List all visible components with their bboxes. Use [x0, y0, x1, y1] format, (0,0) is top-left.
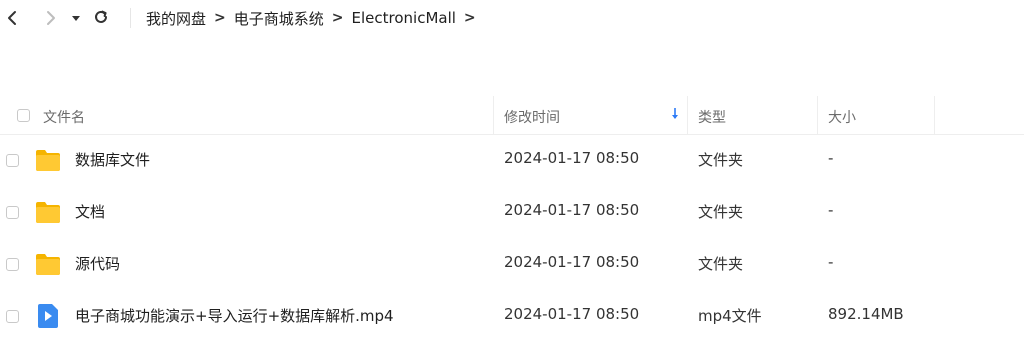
caret-down-icon: [72, 16, 80, 21]
column-header-modified[interactable]: 修改时间: [504, 107, 560, 127]
video-file-icon: [38, 304, 58, 328]
table-row[interactable]: 源代码 2024-01-17 08:50 文件夹 -: [0, 238, 1024, 290]
chevron-right-icon: >: [331, 10, 344, 26]
file-name: 源代码: [75, 255, 121, 273]
modified-time: 2024-01-17 08:50: [504, 305, 640, 323]
file-name: 数据库文件: [75, 151, 151, 169]
row-checkbox[interactable]: [6, 206, 19, 219]
column-header-name[interactable]: 文件名: [43, 107, 85, 127]
breadcrumb-item-project[interactable]: 电子商城系统: [234, 8, 324, 29]
refresh-button[interactable]: [90, 6, 112, 28]
file-size: 892.14MB: [828, 305, 904, 323]
sort-down-arrow-icon[interactable]: [670, 107, 680, 121]
table-row[interactable]: 电子商城功能演示+导入运行+数据库解析.mp4 2024-01-17 08:50…: [0, 290, 1024, 342]
folder-icon: [36, 254, 60, 275]
file-type: mp4文件: [698, 307, 762, 325]
chevron-left-icon: [8, 11, 16, 25]
modified-time: 2024-01-17 08:50: [504, 149, 640, 167]
file-type: 文件夹: [698, 203, 744, 221]
breadcrumb-item-current[interactable]: ElectronicMall: [352, 9, 456, 27]
folder-icon: [36, 202, 60, 223]
table-row[interactable]: 文档 2024-01-17 08:50 文件夹 -: [0, 186, 1024, 238]
column-header-type[interactable]: 类型: [698, 107, 726, 127]
toolbar-divider: [130, 8, 131, 28]
history-dropdown-button[interactable]: [67, 7, 85, 29]
column-divider[interactable]: [934, 96, 935, 134]
toolbar: 我的网盘 > 电子商城系统 > ElectronicMall >: [0, 0, 1024, 36]
folder-icon: [36, 150, 60, 171]
modified-time: 2024-01-17 08:50: [504, 253, 640, 271]
column-header-size[interactable]: 大小: [828, 107, 856, 127]
file-type: 文件夹: [698, 255, 744, 273]
chevron-right-icon: >: [214, 10, 226, 26]
column-divider[interactable]: [687, 96, 688, 134]
file-table-header: 文件名 修改时间 类型 大小: [0, 96, 1024, 135]
refresh-icon: [95, 10, 107, 23]
modified-time: 2024-01-17 08:50: [504, 201, 640, 219]
chevron-right-icon[interactable]: >: [464, 10, 476, 26]
file-type: 文件夹: [698, 151, 744, 169]
file-name: 文档: [75, 203, 106, 221]
row-checkbox[interactable]: [6, 258, 19, 271]
table-row[interactable]: 数据库文件 2024-01-17 08:50 文件夹 -: [0, 134, 1024, 186]
row-checkbox[interactable]: [6, 154, 19, 167]
forward-button[interactable]: [39, 7, 61, 29]
column-divider[interactable]: [817, 96, 818, 134]
column-divider[interactable]: [493, 96, 494, 134]
select-all-checkbox[interactable]: [17, 109, 30, 122]
file-size: -: [828, 253, 834, 271]
back-button[interactable]: [2, 7, 24, 29]
chevron-right-icon: [47, 11, 55, 25]
breadcrumb-item-root[interactable]: 我的网盘: [146, 8, 206, 29]
row-checkbox[interactable]: [6, 310, 19, 323]
file-name: 电子商城功能演示+导入运行+数据库解析.mp4: [75, 307, 394, 325]
breadcrumb: 我的网盘 > 电子商城系统 > ElectronicMall >: [146, 0, 484, 36]
file-size: -: [828, 201, 834, 219]
file-size: -: [828, 149, 834, 167]
